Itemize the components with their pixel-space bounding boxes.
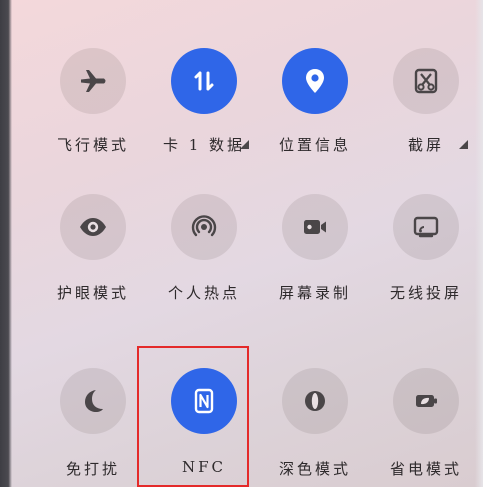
moon-icon (85, 390, 103, 412)
airplane-icon (81, 70, 106, 92)
mobile-data-toggle[interactable] (171, 48, 237, 114)
tile-screen-recording[interactable]: 屏幕录制 (262, 190, 372, 320)
wireless-projection-icon (413, 216, 439, 238)
airplane-toggle[interactable] (60, 48, 126, 114)
dropdown-triangle-icon[interactable] (459, 140, 468, 149)
tile-dark-mode[interactable]: 深色模式 (262, 352, 372, 482)
screen-record-camera-icon (304, 220, 326, 234)
tile-label: 免打扰 (65, 460, 120, 478)
tile-label: 位置信息 (278, 136, 351, 154)
do-not-disturb-toggle[interactable] (60, 368, 126, 434)
tile-hotspot[interactable]: 个人热点 (151, 190, 261, 320)
tile-power-saving[interactable]: 省电模式 (373, 352, 483, 482)
tile-screenshot[interactable]: 截屏 (373, 44, 483, 174)
dropdown-triangle-icon[interactable] (240, 140, 249, 149)
tile-label: 屏幕录制 (278, 284, 351, 302)
mobile-data-arrows-icon (194, 71, 214, 91)
dark-mode-icon (305, 391, 325, 411)
power-saving-toggle[interactable] (393, 368, 459, 434)
battery-leaf-icon (416, 395, 437, 407)
tile-eye-protection[interactable]: 护眼模式 (40, 190, 150, 320)
wireless-projection-toggle[interactable] (393, 194, 459, 260)
tile-mobile-data[interactable]: 卡 1 数据 (151, 44, 261, 174)
tile-label: 省电模式 (389, 460, 462, 478)
hotspot-toggle[interactable] (171, 194, 237, 260)
location-pin-icon (306, 69, 324, 93)
tile-label: 无线投屏 (389, 284, 462, 302)
screenshot-scissors-icon (414, 68, 438, 94)
tile-label: 飞行模式 (56, 136, 129, 154)
tile-wireless-projection[interactable]: 无线投屏 (373, 190, 483, 320)
eye-icon (80, 218, 106, 236)
eye-protection-toggle[interactable] (60, 194, 126, 260)
tile-airplane-mode[interactable]: 飞行模式 (40, 44, 150, 174)
tile-label: 个人热点 (167, 284, 240, 302)
nfc-highlight-box (137, 346, 249, 487)
location-toggle[interactable] (282, 48, 348, 114)
hotspot-icon (191, 215, 217, 237)
tile-location[interactable]: 位置信息 (262, 44, 372, 174)
tile-label: 深色模式 (278, 460, 351, 478)
dark-mode-toggle[interactable] (282, 368, 348, 434)
tile-do-not-disturb[interactable]: 免打扰 (40, 352, 150, 482)
screen-recording-toggle[interactable] (282, 194, 348, 260)
left-edge-shadow (0, 0, 12, 487)
screenshot-toggle[interactable] (393, 48, 459, 114)
tile-label: 护眼模式 (56, 284, 129, 302)
